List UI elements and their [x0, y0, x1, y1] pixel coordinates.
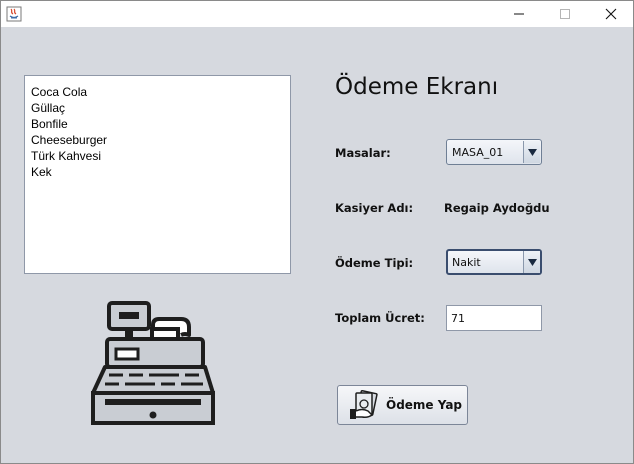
minimize-icon: [514, 13, 524, 15]
toplam-ucret-input[interactable]: [447, 306, 541, 330]
odeme-tipi-selected: Nakit: [452, 256, 481, 269]
maximize-button[interactable]: [542, 1, 588, 27]
list-item[interactable]: Bonfile: [31, 116, 290, 132]
pay-button-label: Ödeme Yap: [386, 398, 463, 412]
app-window: Coca Cola Güllaç Bonfile Cheeseburger Tü…: [0, 0, 634, 464]
pay-button[interactable]: Ödeme Yap: [337, 385, 468, 425]
minimize-button[interactable]: [496, 1, 542, 27]
cash-register-icon: [91, 301, 215, 425]
masalar-selected: MASA_01: [452, 146, 504, 159]
triangle-down-icon: [527, 258, 537, 266]
toplam-ucret-field[interactable]: [446, 305, 542, 331]
masalar-label: Masalar:: [335, 146, 391, 160]
kasiyer-label: Kasiyer Adı:: [335, 201, 414, 215]
toplam-label: Toplam Ücret:: [335, 311, 425, 325]
list-item[interactable]: Coca Cola: [31, 84, 290, 100]
masalar-dropdown[interactable]: MASA_01: [446, 139, 542, 165]
masalar-dropdown-button[interactable]: [523, 141, 540, 163]
list-item[interactable]: Kek: [31, 164, 290, 180]
kasiyer-name: Regaip Aydoğdu: [444, 201, 550, 215]
list-item[interactable]: Türk Kahvesi: [31, 148, 290, 164]
order-list[interactable]: Coca Cola Güllaç Bonfile Cheeseburger Tü…: [24, 75, 291, 274]
java-app-icon: [6, 6, 22, 22]
odeme-tipi-dropdown[interactable]: Nakit: [446, 249, 542, 275]
close-icon: [605, 8, 617, 20]
odeme-tipi-label: Ödeme Tipi:: [335, 256, 414, 270]
title-bar: [1, 1, 633, 27]
list-item[interactable]: Güllaç: [31, 100, 290, 116]
close-button[interactable]: [588, 1, 634, 27]
money-icon: [350, 390, 378, 419]
page-title: Ödeme Ekranı: [335, 74, 499, 100]
triangle-down-icon: [527, 148, 537, 156]
maximize-icon: [560, 9, 570, 19]
odeme-tipi-dropdown-button[interactable]: [523, 251, 540, 273]
list-item[interactable]: Cheeseburger: [31, 132, 290, 148]
